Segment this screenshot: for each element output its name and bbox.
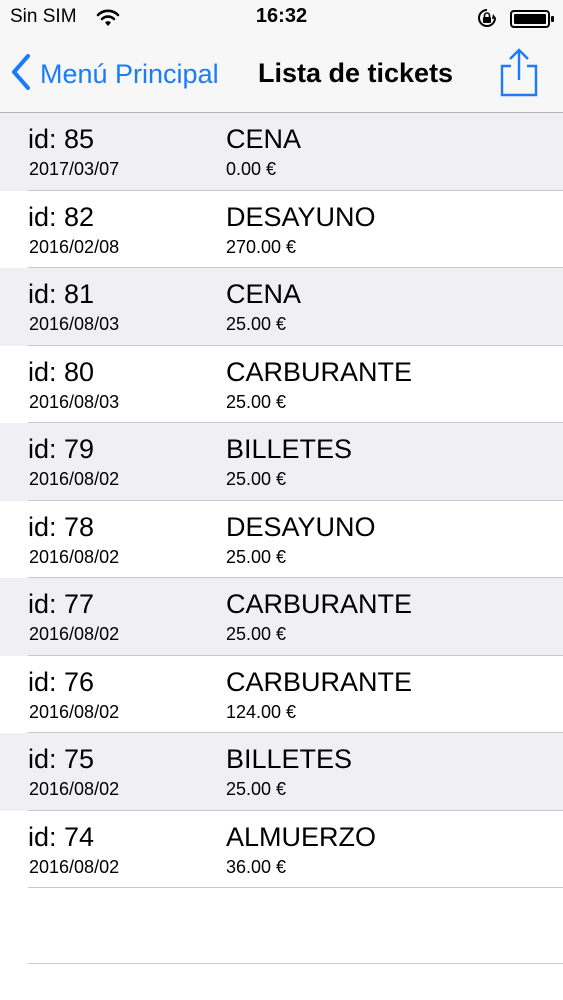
battery-icon [510, 9, 556, 34]
ticket-row[interactable]: id: 82 2016/02/08 DESAYUNO 270.00 € [0, 191, 563, 269]
ticket-amount: 25.00 € [226, 546, 287, 567]
ticket-date: 2016/08/03 [29, 391, 120, 412]
screen: Sin SIM 16:32 Menú Principal Lista de ti… [0, 0, 563, 1000]
status-bar: Sin SIM 16:32 [0, 0, 563, 38]
ticket-id: id: 77 [28, 589, 95, 619]
ticket-amount: 270.00 € [226, 236, 297, 257]
ticket-id: id: 78 [28, 511, 95, 542]
ticket-amount: 0.00 € [226, 159, 277, 179]
ticket-category: CARBURANTE [226, 666, 413, 697]
ticket-id: id: 79 [28, 434, 95, 464]
ticket-row[interactable]: id: 74 2016/08/02 ALMUERZO 36.00 € [0, 811, 563, 889]
ticket-row[interactable]: id: 85 2017/03/07 CENA 0.00 € [0, 113, 563, 191]
ticket-amount: 25.00 € [226, 314, 287, 334]
ticket-id: id: 81 [28, 279, 95, 309]
ticket-list: id: 85 2017/03/07 CENA 0.00 € id: 82 201… [0, 113, 563, 888]
ticket-amount: 25.00 € [226, 391, 287, 412]
ticket-date: 2016/08/02 [29, 469, 120, 489]
ticket-amount: 36.00 € [226, 856, 287, 877]
ticket-row[interactable]: id: 78 2016/08/02 DESAYUNO 25.00 € [0, 501, 563, 579]
empty-row-separator [28, 963, 563, 964]
ticket-date: 2016/08/02 [29, 701, 120, 722]
rotation-lock-icon [476, 8, 498, 33]
ticket-id: id: 75 [28, 744, 95, 774]
share-button[interactable] [498, 48, 540, 98]
back-button[interactable]: Menú Principal [10, 53, 219, 96]
page-title: Lista de tickets [258, 58, 454, 88]
ticket-category: CARBURANTE [226, 356, 413, 387]
ticket-id: id: 80 [28, 356, 95, 387]
ticket-amount: 124.00 € [226, 701, 297, 722]
ticket-category: CARBURANTE [226, 589, 413, 619]
ticket-row[interactable]: id: 77 2016/08/02 CARBURANTE 25.00 € [0, 578, 563, 656]
ticket-row[interactable]: id: 81 2016/08/03 CENA 25.00 € [0, 268, 563, 346]
share-icon [498, 48, 540, 102]
ticket-date: 2016/08/02 [29, 624, 120, 644]
ticket-category: ALMUERZO [226, 821, 377, 852]
back-button-label: Menú Principal [40, 58, 219, 89]
ticket-amount: 25.00 € [226, 469, 287, 489]
ticket-row[interactable]: id: 75 2016/08/02 BILLETES 25.00 € [0, 733, 563, 811]
ticket-category: CENA [226, 124, 302, 154]
ticket-category: DESAYUNO [226, 511, 376, 542]
ticket-id: id: 85 [28, 124, 95, 154]
ticket-id: id: 76 [28, 666, 95, 697]
navigation-bar: Menú Principal Lista de tickets [0, 38, 563, 113]
ticket-date: 2017/03/07 [29, 159, 120, 179]
ticket-amount: 25.00 € [226, 779, 287, 799]
ticket-row[interactable]: id: 79 2016/08/02 BILLETES 25.00 € [0, 423, 563, 501]
ticket-category: BILLETES [226, 434, 353, 464]
ticket-category: BILLETES [226, 744, 353, 774]
ticket-date: 2016/08/02 [29, 779, 120, 799]
ticket-date: 2016/08/03 [29, 314, 120, 334]
ticket-id: id: 74 [28, 821, 95, 852]
ticket-category: DESAYUNO [226, 201, 376, 232]
ticket-date: 2016/08/02 [29, 856, 120, 877]
ticket-date: 2016/02/08 [29, 236, 120, 257]
ticket-row[interactable]: id: 76 2016/08/02 CARBURANTE 124.00 € [0, 656, 563, 734]
chevron-left-icon [10, 53, 32, 96]
ticket-date: 2016/08/02 [29, 546, 120, 567]
ticket-id: id: 82 [28, 201, 95, 232]
ticket-row[interactable]: id: 80 2016/08/03 CARBURANTE 25.00 € [0, 346, 563, 424]
ticket-category: CENA [226, 279, 302, 309]
ticket-amount: 25.00 € [226, 624, 287, 644]
